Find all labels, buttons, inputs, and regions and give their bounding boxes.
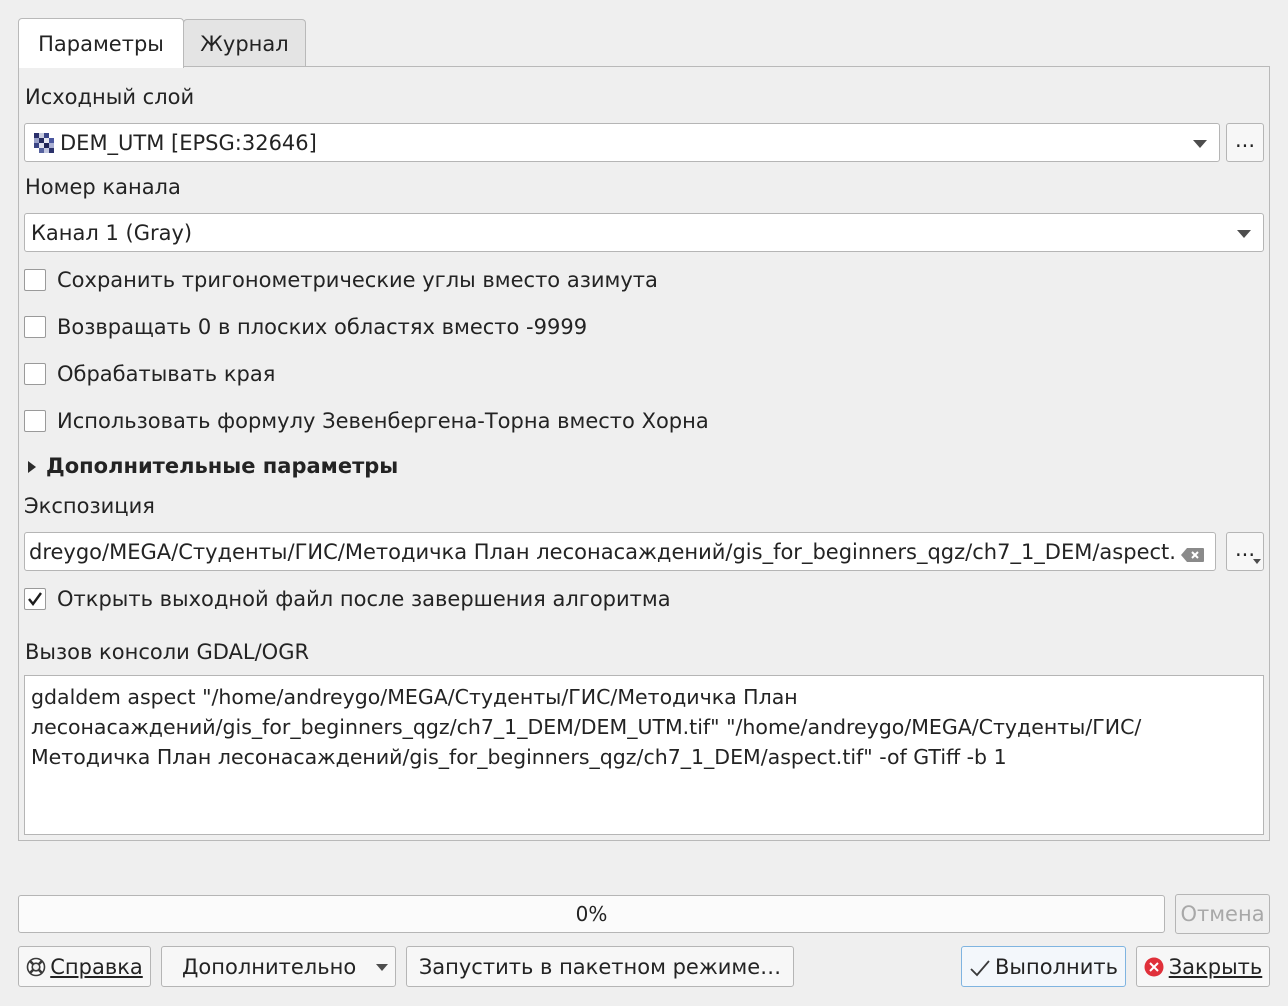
trig-angle-checkbox[interactable] [24, 269, 46, 291]
compute-edges-label: Обрабатывать края [57, 362, 276, 386]
zero-flat-label: Возвращать 0 в плоских областях вместо -… [57, 315, 588, 339]
zevenbergen-label: Использовать формулу Зевенбергена-Торна … [57, 409, 709, 433]
help-label: Справка [50, 954, 143, 979]
advanced-label: Дополнительно [182, 954, 357, 979]
run-button[interactable]: Выполнить [961, 946, 1126, 987]
progress-bar: 0% [18, 895, 1165, 933]
clear-text-icon[interactable] [1181, 544, 1205, 562]
expand-triangle-icon[interactable] [28, 461, 36, 473]
close-circle-icon [1144, 957, 1164, 977]
checkmark-icon [28, 592, 42, 606]
output-path-input[interactable]: dreygo/MEGA/Студенты/ГИС/Методичка План … [24, 532, 1216, 571]
chevron-down-icon [1253, 559, 1261, 564]
advanced-parameters-toggle[interactable]: Дополнительные параметры [46, 454, 398, 478]
input-layer-browse-button[interactable]: ... [1226, 123, 1264, 162]
input-layer-value: DEM_UTM [EPSG:32646] [60, 130, 317, 155]
checkmark-icon [969, 958, 991, 976]
trig-angle-label: Сохранить тригонометрические углы вместо… [57, 268, 658, 292]
compute-edges-checkbox[interactable] [24, 363, 46, 385]
output-browse-button[interactable]: ... [1226, 532, 1264, 571]
chevron-down-icon [1193, 140, 1207, 148]
output-browse-label: ... [1234, 536, 1256, 561]
console-label: Вызов консоли GDAL/OGR [25, 640, 310, 664]
run-batch-button[interactable]: Запустить в пакетном режиме… [406, 946, 794, 987]
band-combo[interactable]: Канал 1 (Gray) [24, 213, 1264, 252]
help-button[interactable]: Справка [18, 946, 151, 987]
tab-parameters-label: Параметры [38, 31, 164, 56]
lifebuoy-icon [26, 957, 46, 977]
band-label: Номер канала [25, 175, 181, 199]
advanced-dropdown-button[interactable]: Дополнительно [161, 946, 396, 987]
tab-log-label: Журнал [200, 31, 289, 56]
zevenbergen-checkbox[interactable] [24, 410, 46, 432]
cancel-button[interactable]: Отмена [1175, 894, 1270, 934]
chevron-down-icon [376, 964, 388, 971]
close-button[interactable]: Закрыть [1136, 946, 1270, 987]
open-output-checkbox[interactable] [24, 588, 46, 610]
close-label: Закрыть [1168, 954, 1263, 979]
console-command-text[interactable]: gdaldem aspect "/home/andreygo/MEGA/Студ… [24, 675, 1264, 835]
tab-parameters[interactable]: Параметры [18, 18, 184, 68]
output-path-value: dreygo/MEGA/Студенты/ГИС/Методичка План … [29, 539, 1175, 564]
band-value: Канал 1 (Gray) [31, 220, 193, 245]
run-label: Выполнить [995, 954, 1118, 979]
tab-log[interactable]: Журнал [183, 19, 306, 67]
raster-layer-icon [34, 132, 54, 153]
output-label: Экспозиция [24, 494, 155, 518]
progress-text: 0% [575, 902, 608, 926]
open-output-label: Открыть выходной файл после завершения а… [57, 587, 671, 611]
input-layer-combo[interactable]: DEM_UTM [EPSG:32646] [24, 123, 1220, 162]
zero-flat-checkbox[interactable] [24, 316, 46, 338]
chevron-down-icon [1237, 230, 1251, 238]
input-layer-label: Исходный слой [25, 85, 195, 109]
